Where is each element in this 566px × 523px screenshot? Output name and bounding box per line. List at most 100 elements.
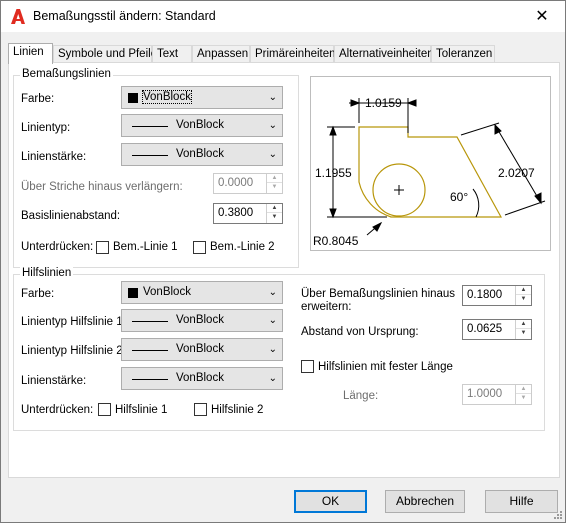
chevron-down-icon: ⌄ xyxy=(268,315,277,326)
preview-dim-radius: R0.8045 xyxy=(313,234,359,248)
title-bar: Bemaßungsstil ändern: Standard ✕ xyxy=(1,1,565,32)
dim-baseline-spinner[interactable]: 0.3800 ▲ ▼ xyxy=(213,203,283,224)
linetype-sample xyxy=(132,321,168,322)
dim-linetype-value: VonBlock xyxy=(176,119,224,131)
spin-up-icon[interactable]: ▲ xyxy=(516,286,531,295)
suppress-dimline2-checkbox[interactable] xyxy=(193,241,206,254)
ext-length-label: Länge: xyxy=(343,390,379,402)
suppress-dimline1-label: Bem.-Linie 1 xyxy=(113,241,178,253)
tab-bar: Linien Symbole und Pfeile Text Anpassen … xyxy=(8,43,560,64)
spin-down-icon[interactable]: ▼ xyxy=(267,213,282,222)
lineweight-sample xyxy=(132,155,168,156)
ext-lineweight-value: VonBlock xyxy=(176,372,224,384)
ext-extend-beyond-spinner[interactable]: 0.1800 ▲ ▼ xyxy=(462,285,532,306)
spin-down-icon[interactable]: ▼ xyxy=(516,394,531,403)
tab-toleranzen[interactable]: Toleranzen xyxy=(431,45,495,63)
suppress-extline1-label: Hilfslinie 1 xyxy=(115,404,168,416)
close-icon[interactable]: ✕ xyxy=(519,1,565,32)
ext-length-value: 1.0000 xyxy=(467,388,503,400)
ext-offset-value: 0.0625 xyxy=(467,323,503,335)
dim-extend-label: Über Striche hinaus verlängern: xyxy=(21,181,183,193)
fixed-length-checkbox[interactable] xyxy=(301,360,314,373)
spin-down-icon[interactable]: ▼ xyxy=(516,295,531,304)
dialog-window: Bemaßungsstil ändern: Standard ✕ Linien … xyxy=(0,0,566,523)
dim-lineweight-select[interactable]: VonBlock ⌄ xyxy=(121,143,283,166)
ext-linetype2-label: Linientyp Hilfslinie 2: xyxy=(21,345,126,357)
ok-button[interactable]: OK xyxy=(294,490,367,513)
dim-color-select[interactable]: VonBlock ⌄ xyxy=(121,86,283,109)
dimension-preview-drawing: 1.0159 1.1955 2.0207 60° R0.8045 xyxy=(313,96,546,248)
ext-lineweight-label: Linienstärke: xyxy=(21,375,87,387)
spin-down-icon[interactable]: ▼ xyxy=(516,329,531,338)
ext-linetype2-select[interactable]: VonBlock ⌄ xyxy=(121,338,283,361)
tab-alternativeinheiten[interactable]: Alternativeinheiten xyxy=(334,45,434,63)
suppress-extline2-checkbox[interactable] xyxy=(194,403,207,416)
linetype-sample xyxy=(132,350,168,351)
dim-baseline-value: 0.3800 xyxy=(218,207,254,219)
suppress-extline1-checkbox[interactable] xyxy=(98,403,111,416)
dim-color-value: VonBlock xyxy=(142,90,192,104)
chevron-down-icon: ⌄ xyxy=(268,287,277,298)
group-title-dimension-lines: Bemaßungslinien xyxy=(20,68,113,80)
ext-linetype1-value: VonBlock xyxy=(176,314,224,326)
tab-anpassen[interactable]: Anpassen xyxy=(192,45,250,63)
tab-text[interactable]: Text xyxy=(152,45,192,63)
ext-extend-beyond-label-line1: Über Bemaßungslinien hinaus xyxy=(301,288,456,300)
window-title: Bemaßungsstil ändern: Standard xyxy=(33,9,216,23)
dim-lineweight-label: Linienstärke: xyxy=(21,151,87,163)
color-swatch xyxy=(128,288,138,298)
dim-linetype-label: Linientyp: xyxy=(21,122,71,134)
cancel-button[interactable]: Abbrechen xyxy=(385,490,465,513)
dim-color-label: Farbe: xyxy=(21,93,55,105)
ext-linetype1-label: Linientyp Hilfslinie 1: xyxy=(21,316,126,328)
chevron-down-icon: ⌄ xyxy=(268,344,277,355)
dim-lineweight-value: VonBlock xyxy=(176,148,224,160)
lineweight-sample xyxy=(132,379,168,380)
preview-dim-left: 1.1955 xyxy=(315,166,352,180)
dim-extend-spinner[interactable]: 0.0000 ▲ ▼ xyxy=(213,173,283,194)
ext-color-select[interactable]: VonBlock ⌄ xyxy=(121,281,283,304)
spin-up-icon[interactable]: ▲ xyxy=(516,320,531,329)
ext-linetype1-select[interactable]: VonBlock ⌄ xyxy=(121,309,283,332)
dim-baseline-label: Basislinienabstand: xyxy=(21,210,121,222)
resize-grip-icon[interactable] xyxy=(552,509,562,519)
ext-color-value: VonBlock xyxy=(143,286,191,298)
chevron-down-icon: ⌄ xyxy=(268,92,277,103)
ext-offset-label: Abstand von Ursprung: xyxy=(301,326,419,338)
suppress-dimline1-checkbox[interactable] xyxy=(96,241,109,254)
ext-offset-spinner[interactable]: 0.0625 ▲ ▼ xyxy=(462,319,532,340)
tab-linien[interactable]: Linien xyxy=(8,43,53,64)
chevron-down-icon: ⌄ xyxy=(268,373,277,384)
chevron-down-icon: ⌄ xyxy=(268,120,277,131)
color-swatch xyxy=(128,93,138,103)
ext-linetype2-value: VonBlock xyxy=(176,343,224,355)
suppress-dimline2-label: Bem.-Linie 2 xyxy=(210,241,275,253)
tab-primaereinheiten[interactable]: Primäreinheiten xyxy=(250,45,336,63)
preview-dim-right: 2.0207 xyxy=(498,166,535,180)
dim-extend-value: 0.0000 xyxy=(218,177,254,189)
preview-panel: 1.0159 1.1955 2.0207 60° R0.8045 xyxy=(310,76,551,251)
spin-down-icon[interactable]: ▼ xyxy=(267,183,282,192)
spin-up-icon[interactable]: ▲ xyxy=(267,204,282,213)
preview-dim-angle: 60° xyxy=(450,190,468,204)
dim-linetype-select[interactable]: VonBlock ⌄ xyxy=(121,114,283,137)
ext-suppress-label: Unterdrücken: xyxy=(21,404,94,416)
spin-up-icon[interactable]: ▲ xyxy=(267,174,282,183)
tab-panel-linien: Bemaßungslinien Farbe: VonBlock ⌄ Linien… xyxy=(8,62,560,478)
preview-dim-top: 1.0159 xyxy=(365,96,402,110)
dim-suppress-label: Unterdrücken: xyxy=(21,241,94,253)
tab-symbole-und-pfeile[interactable]: Symbole und Pfeile xyxy=(53,45,157,63)
group-title-extension-lines: Hilfslinien xyxy=(20,267,74,279)
help-button[interactable]: Hilfe xyxy=(485,490,558,513)
ext-color-label: Farbe: xyxy=(21,288,55,300)
ext-extend-beyond-value: 0.1800 xyxy=(467,289,503,301)
ext-extend-beyond-label-line2: erweitern: xyxy=(301,301,352,313)
autocad-app-icon xyxy=(11,9,25,24)
suppress-extline2-label: Hilfslinie 2 xyxy=(211,404,264,416)
ext-lineweight-select[interactable]: VonBlock ⌄ xyxy=(121,367,283,390)
fixed-length-label: Hilfslinien mit fester Länge xyxy=(318,361,453,373)
linetype-sample xyxy=(132,126,168,127)
chevron-down-icon: ⌄ xyxy=(268,149,277,160)
ext-length-spinner[interactable]: 1.0000 ▲ ▼ xyxy=(462,384,532,405)
spin-up-icon[interactable]: ▲ xyxy=(516,385,531,394)
